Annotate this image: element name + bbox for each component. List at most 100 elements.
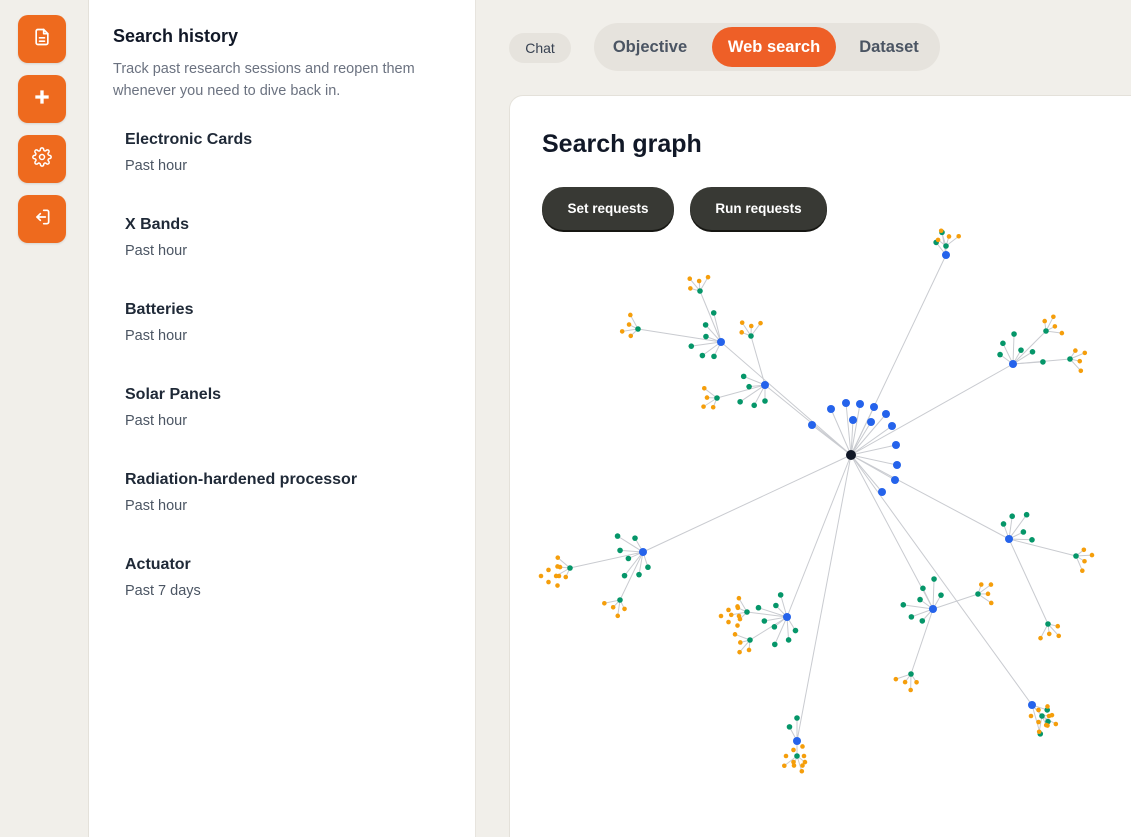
- graph-result-node[interactable]: [746, 383, 752, 390]
- graph-leaf-node[interactable]: [801, 753, 807, 759]
- graph-query-node[interactable]: [849, 416, 857, 424]
- graph-query-node[interactable]: [1009, 360, 1017, 368]
- graph-query-node[interactable]: [717, 338, 725, 346]
- graph-leaf-node[interactable]: [985, 591, 991, 597]
- graph-result-node[interactable]: [751, 402, 758, 409]
- new-search-button[interactable]: [18, 75, 66, 123]
- graph-leaf-node[interactable]: [555, 555, 561, 560]
- chat-button[interactable]: Chat: [509, 33, 571, 63]
- graph-result-node[interactable]: [748, 333, 754, 339]
- graph-leaf-node[interactable]: [1056, 633, 1062, 639]
- graph-leaf-node[interactable]: [1028, 713, 1034, 719]
- graph-leaf-node[interactable]: [783, 753, 789, 759]
- graph-leaf-node[interactable]: [799, 768, 805, 774]
- graph-leaf-node[interactable]: [800, 744, 805, 749]
- graph-leaf-node[interactable]: [1046, 631, 1052, 637]
- graph-leaf-node[interactable]: [791, 759, 796, 765]
- graph-leaf-node[interactable]: [988, 582, 994, 587]
- graph-query-node[interactable]: [882, 410, 890, 418]
- graph-result-node[interactable]: [1039, 713, 1045, 719]
- graph-leaf-node[interactable]: [735, 604, 740, 609]
- graph-result-node[interactable]: [645, 564, 651, 571]
- graph-result-node[interactable]: [702, 322, 709, 328]
- graph-result-node[interactable]: [1000, 521, 1007, 527]
- graph-leaf-node[interactable]: [935, 237, 941, 243]
- graph-result-node[interactable]: [635, 326, 641, 332]
- graph-result-node[interactable]: [1073, 553, 1079, 559]
- graph-result-node[interactable]: [1029, 349, 1036, 355]
- graph-leaf-node[interactable]: [1045, 704, 1050, 709]
- graph-result-node[interactable]: [938, 592, 944, 598]
- graph-leaf-node[interactable]: [739, 330, 744, 335]
- graph-result-node[interactable]: [1020, 529, 1027, 535]
- graph-result-node[interactable]: [785, 637, 792, 643]
- graph-result-node[interactable]: [567, 565, 573, 571]
- documents-button[interactable]: [18, 15, 66, 63]
- graph-result-node[interactable]: [997, 351, 1003, 358]
- graph-query-node[interactable]: [827, 405, 835, 413]
- graph-leaf-node[interactable]: [718, 613, 724, 619]
- graph-leaf-node[interactable]: [737, 649, 742, 655]
- graph-leaf-node[interactable]: [738, 640, 743, 645]
- graph-query-node[interactable]: [891, 476, 899, 484]
- graph-leaf-node[interactable]: [546, 579, 551, 585]
- graph-leaf-node[interactable]: [704, 395, 710, 400]
- graph-query-node[interactable]: [929, 605, 937, 613]
- history-item[interactable]: Batteries Past hour: [125, 301, 445, 344]
- graph-result-node[interactable]: [917, 596, 923, 603]
- graph-result-node[interactable]: [710, 310, 717, 316]
- graph-result-node[interactable]: [762, 398, 768, 404]
- graph-leaf-node[interactable]: [1080, 568, 1085, 573]
- graph-result-node[interactable]: [794, 753, 800, 759]
- graph-leaf-node[interactable]: [736, 613, 742, 619]
- graph-result-node[interactable]: [617, 547, 623, 554]
- graph-leaf-node[interactable]: [1081, 547, 1087, 553]
- graph-result-node[interactable]: [621, 572, 628, 579]
- graph-leaf-node[interactable]: [956, 233, 961, 239]
- graph-result-node[interactable]: [761, 618, 768, 624]
- graph-result-node[interactable]: [625, 555, 632, 562]
- graph-leaf-node[interactable]: [1053, 721, 1059, 727]
- graph-leaf-node[interactable]: [1089, 552, 1095, 558]
- graph-query-node[interactable]: [942, 251, 950, 259]
- graph-result-node[interactable]: [773, 602, 779, 609]
- graph-query-node[interactable]: [888, 422, 896, 430]
- graph-leaf-node[interactable]: [739, 320, 745, 325]
- graph-result-node[interactable]: [744, 609, 750, 615]
- graph-query-node[interactable]: [793, 737, 801, 745]
- graph-query-node[interactable]: [761, 381, 769, 389]
- graph-leaf-node[interactable]: [602, 600, 607, 606]
- graph-leaf-node[interactable]: [701, 385, 707, 391]
- graph-result-node[interactable]: [1043, 328, 1049, 334]
- graph-query-node[interactable]: [783, 613, 791, 621]
- graph-leaf-node[interactable]: [1082, 350, 1088, 356]
- graph-leaf-node[interactable]: [908, 687, 913, 693]
- graph-leaf-node[interactable]: [1055, 623, 1061, 629]
- graph-query-node[interactable]: [878, 488, 886, 496]
- graph-leaf-node[interactable]: [688, 286, 693, 291]
- graph-leaf-node[interactable]: [946, 234, 952, 239]
- graph-result-node[interactable]: [786, 724, 793, 730]
- graph-result-node[interactable]: [697, 288, 703, 294]
- graph-leaf-node[interactable]: [735, 623, 740, 628]
- graph-leaf-node[interactable]: [726, 607, 731, 613]
- graph-leaf-node[interactable]: [988, 600, 994, 606]
- graph-leaf-node[interactable]: [696, 278, 702, 284]
- graph-result-node[interactable]: [1040, 359, 1046, 365]
- graph-leaf-node[interactable]: [622, 606, 627, 612]
- history-item[interactable]: Electronic Cards Past hour: [125, 131, 445, 174]
- graph-leaf-node[interactable]: [902, 679, 908, 685]
- graph-leaf-node[interactable]: [1077, 358, 1083, 364]
- graph-leaf-node[interactable]: [758, 320, 763, 326]
- graph-leaf-node[interactable]: [626, 322, 632, 327]
- graph-result-node[interactable]: [636, 571, 642, 578]
- graph-leaf-node[interactable]: [555, 564, 560, 569]
- graph-leaf-node[interactable]: [710, 404, 716, 410]
- graph-result-node[interactable]: [900, 602, 907, 608]
- tab-web-search[interactable]: Web search: [712, 27, 836, 67]
- graph-leaf-node[interactable]: [938, 228, 944, 234]
- graph-leaf-node[interactable]: [800, 763, 805, 768]
- settings-button[interactable]: [18, 135, 66, 183]
- graph-leaf-node[interactable]: [705, 274, 711, 280]
- graph-leaf-node[interactable]: [1052, 324, 1058, 329]
